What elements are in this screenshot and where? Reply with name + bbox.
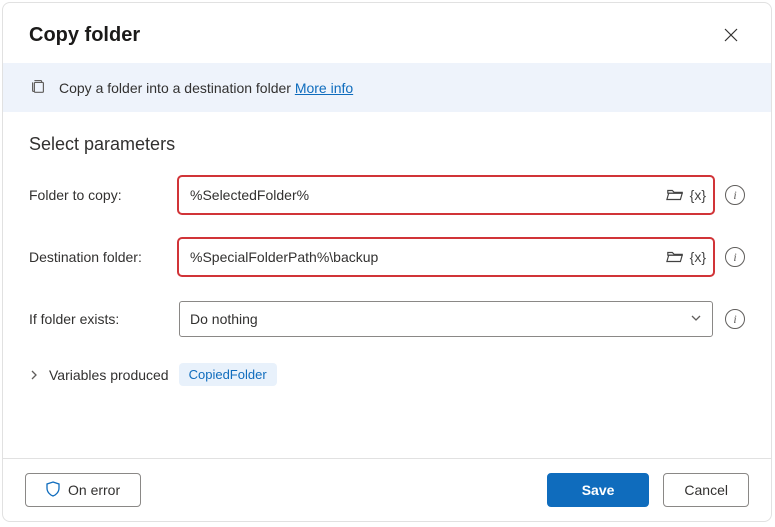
chevron-right-icon[interactable] <box>29 367 39 383</box>
folder-to-copy-label: Folder to copy: <box>29 187 167 203</box>
save-label: Save <box>582 482 615 498</box>
info-text-wrap: Copy a folder into a destination folder … <box>59 80 353 96</box>
info-text: Copy a folder into a destination folder <box>59 80 295 96</box>
on-error-button[interactable]: On error <box>25 473 141 507</box>
if-exists-value: Do nothing <box>190 311 258 327</box>
browse-folder-icon[interactable] <box>666 249 684 265</box>
variables-produced-row: Variables produced CopiedFolder <box>29 363 745 386</box>
if-exists-select[interactable]: Do nothing <box>179 301 713 337</box>
field-destination-folder: Destination folder: {x} i <box>29 239 745 275</box>
destination-folder-label: Destination folder: <box>29 249 167 265</box>
close-button[interactable] <box>717 21 745 49</box>
right-buttons: Save Cancel <box>547 473 749 507</box>
dialog-header: Copy folder <box>3 3 771 63</box>
section-title: Select parameters <box>29 134 745 155</box>
folder-to-copy-input[interactable] <box>190 187 666 203</box>
shield-icon <box>46 481 60 500</box>
if-exists-label: If folder exists: <box>29 311 167 327</box>
more-info-link[interactable]: More info <box>295 80 353 96</box>
browse-folder-icon[interactable] <box>666 187 684 203</box>
info-icon[interactable]: i <box>725 185 745 205</box>
save-button[interactable]: Save <box>547 473 650 507</box>
info-icon[interactable]: i <box>725 247 745 267</box>
info-icon[interactable]: i <box>725 309 745 329</box>
variable-icon[interactable]: {x} <box>690 249 706 265</box>
variable-chip[interactable]: CopiedFolder <box>179 363 277 386</box>
cancel-label: Cancel <box>684 482 728 498</box>
field-folder-to-copy: Folder to copy: {x} i <box>29 177 745 213</box>
chevron-down-icon <box>690 311 702 327</box>
parameters-section: Select parameters Folder to copy: {x} i … <box>3 112 771 458</box>
folder-to-copy-icons: {x} <box>666 187 706 203</box>
dialog-copy-folder: Copy folder Copy a folder into a destina… <box>2 2 772 522</box>
info-banner: Copy a folder into a destination folder … <box>3 63 771 112</box>
folder-to-copy-input-wrap[interactable]: {x} <box>179 177 713 213</box>
destination-folder-input-wrap[interactable]: {x} <box>179 239 713 275</box>
variables-produced-label: Variables produced <box>49 367 169 383</box>
variable-icon[interactable]: {x} <box>690 187 706 203</box>
field-if-exists: If folder exists: Do nothing i <box>29 301 745 337</box>
on-error-label: On error <box>68 482 120 498</box>
dialog-footer: On error Save Cancel <box>3 458 771 521</box>
destination-folder-input[interactable] <box>190 249 666 265</box>
close-icon <box>724 28 738 42</box>
cancel-button[interactable]: Cancel <box>663 473 749 507</box>
dialog-title: Copy folder <box>29 24 140 47</box>
copy-icon <box>29 77 47 98</box>
destination-folder-icons: {x} <box>666 249 706 265</box>
